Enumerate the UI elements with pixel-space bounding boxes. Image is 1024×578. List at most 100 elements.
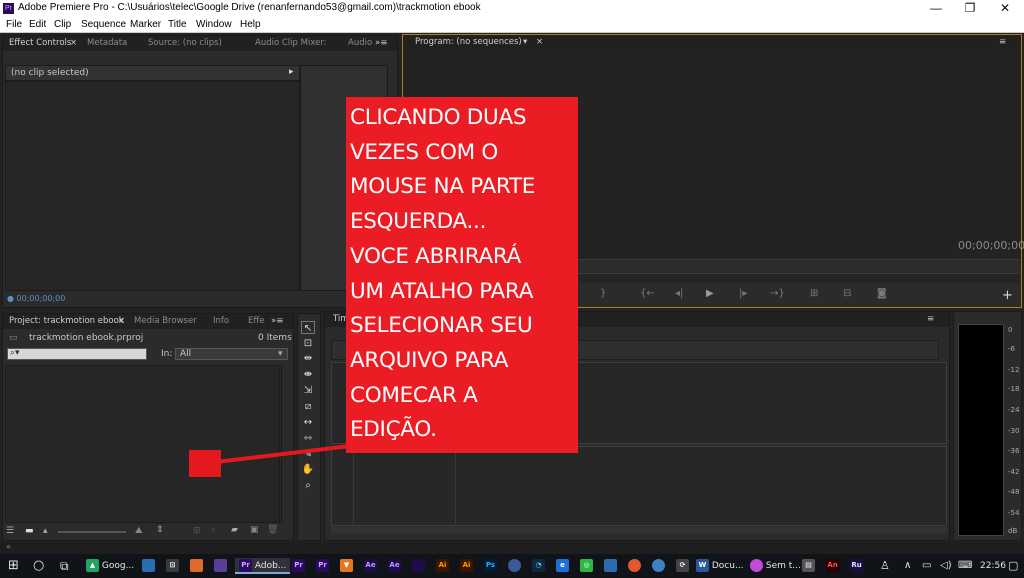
restore-button[interactable]: ❐ xyxy=(953,0,987,17)
find-icon[interactable]: ⌕ xyxy=(211,525,216,535)
slide-tool-icon[interactable]: ⇿ xyxy=(301,432,315,445)
taskbar-app[interactable]: ⊡ xyxy=(166,558,179,574)
taskbar-app[interactable]: Pr xyxy=(292,558,305,574)
people-icon[interactable]: ♙ xyxy=(880,558,890,574)
project-close-icon[interactable]: × xyxy=(118,316,125,326)
trash-icon[interactable]: 🗑 xyxy=(267,525,278,535)
export-frame-icon[interactable]: ◙ xyxy=(877,288,887,299)
taskbar-app[interactable]: ◎ xyxy=(580,558,593,574)
network-icon[interactable]: ▭ xyxy=(922,558,931,574)
taskbar-app[interactable] xyxy=(508,558,521,574)
menu-sequence[interactable]: Sequence xyxy=(81,19,126,30)
menu-window[interactable]: Window xyxy=(196,19,232,30)
taskbar-app[interactable] xyxy=(604,558,617,574)
taskbar-item-google-drive[interactable]: ▲ Goog... xyxy=(86,558,134,574)
clock[interactable]: 22:56 xyxy=(980,558,1006,574)
selection-tool-icon[interactable]: ↖ xyxy=(301,321,315,334)
lift-icon[interactable]: ⊞ xyxy=(810,288,818,299)
menu-edit[interactable]: Edit xyxy=(29,19,46,30)
project-scrollbar[interactable] xyxy=(281,365,290,523)
sort-icon[interactable]: ⇕ xyxy=(156,525,164,535)
project-menu-icon[interactable]: »≡ xyxy=(271,316,283,326)
tab-audio-clip-mixer[interactable]: Audio Clip Mixer: xyxy=(255,38,327,48)
in-filter-select[interactable]: All ▾ xyxy=(175,348,288,360)
taskbar-app[interactable]: ▼ xyxy=(340,558,353,574)
menu-title[interactable]: Title xyxy=(168,19,187,30)
tab-audio[interactable]: Audio xyxy=(348,38,372,48)
razor-tool-icon[interactable]: ⧄ xyxy=(301,400,315,413)
taskbar-app[interactable]: An xyxy=(826,558,839,574)
taskbar-app[interactable]: Ru xyxy=(850,558,863,574)
panel-menu-icon[interactable]: »≡ xyxy=(375,38,387,48)
menu-help[interactable]: Help xyxy=(240,19,261,30)
taskbar-app[interactable] xyxy=(652,558,665,574)
taskbar-app[interactable]: ◔ xyxy=(532,558,545,574)
menu-marker[interactable]: Marker xyxy=(130,19,161,30)
automate-icon[interactable]: ⊞ xyxy=(193,526,201,536)
taskbar-app[interactable]: Ai xyxy=(436,558,449,574)
new-item-icon[interactable]: ▣ xyxy=(250,525,259,535)
zoom-in-icon[interactable]: ⛰ xyxy=(135,526,143,536)
taskbar-app[interactable]: Ae xyxy=(364,558,377,574)
program-close-icon[interactable]: × xyxy=(536,37,543,47)
tray-chevron-up-icon[interactable]: ∧ xyxy=(904,558,911,574)
program-menu-icon[interactable]: ≡ xyxy=(999,37,1006,47)
taskbar-item-premiere[interactable]: Pr Adob... xyxy=(235,558,291,574)
tab-effects[interactable]: Effe xyxy=(248,316,264,326)
close-button[interactable]: ✕ xyxy=(988,0,1022,17)
taskbar-app[interactable] xyxy=(214,558,227,574)
go-to-in-icon[interactable]: {← xyxy=(640,288,655,299)
tab-metadata[interactable]: Metadata xyxy=(87,38,127,48)
tab-source[interactable]: Source: (no clips) xyxy=(148,38,222,48)
icon-view-icon[interactable]: ▬ xyxy=(25,526,34,536)
taskbar-app[interactable] xyxy=(412,558,425,574)
zoom-slider[interactable] xyxy=(58,531,126,533)
taskbar-app[interactable]: Ae xyxy=(388,558,401,574)
extract-icon[interactable]: ⊟ xyxy=(843,288,851,299)
ime-icon[interactable]: ⌨ xyxy=(958,558,972,574)
pen-tool-icon[interactable]: ✎ xyxy=(301,448,315,461)
timeline-menu-icon[interactable]: ≡ xyxy=(927,314,934,324)
minimize-button[interactable]: — xyxy=(919,0,953,17)
taskbar-item-word[interactable]: W Docu... xyxy=(696,558,744,574)
mark-in-icon[interactable]: } xyxy=(600,288,606,299)
hand-tool-icon[interactable]: ✋ xyxy=(301,463,315,476)
tab-info[interactable]: Info xyxy=(213,316,229,326)
menu-clip[interactable]: Clip xyxy=(54,19,71,30)
program-dropdown-icon[interactable]: ▾ xyxy=(523,37,527,47)
new-bin-icon[interactable]: ▰ xyxy=(231,525,238,535)
taskbar-app[interactable]: Pr xyxy=(316,558,329,574)
project-search-input[interactable]: ⌕▾ xyxy=(7,348,147,360)
go-to-out-icon[interactable]: →} xyxy=(770,288,785,299)
zoom-out-icon[interactable]: ▴ xyxy=(43,526,48,536)
list-view-icon[interactable]: ☰ xyxy=(6,526,14,536)
taskbar-app[interactable] xyxy=(628,558,641,574)
tab-close-icon[interactable]: × xyxy=(70,38,77,48)
tab-media-browser[interactable]: Media Browser xyxy=(134,316,197,326)
taskbar-app[interactable] xyxy=(142,558,155,574)
task-view-icon[interactable]: ⧉ xyxy=(60,558,69,574)
menu-file[interactable]: File xyxy=(6,19,22,30)
taskbar-app[interactable]: Ps xyxy=(484,558,497,574)
notifications-icon[interactable]: ▢ xyxy=(1008,558,1018,574)
rate-stretch-tool-icon[interactable]: ⇲ xyxy=(301,384,315,397)
ripple-edit-tool-icon[interactable]: ⇹ xyxy=(301,352,315,365)
track-select-tool-icon[interactable]: ⊡ xyxy=(301,337,315,350)
play-arrow-icon[interactable]: ▸ xyxy=(289,67,294,77)
tab-effect-controls[interactable]: Effect Controls xyxy=(9,38,71,48)
timeline-scrollbar[interactable] xyxy=(331,527,947,533)
taskbar-app[interactable]: ▤ xyxy=(802,558,815,574)
add-button-icon[interactable]: + xyxy=(1002,288,1013,303)
taskbar-app[interactable]: e xyxy=(556,558,569,574)
taskbar-item-paint[interactable]: Sem t... xyxy=(750,558,801,574)
taskbar-app[interactable]: Ai xyxy=(460,558,473,574)
rolling-edit-tool-icon[interactable]: ⇼ xyxy=(301,368,315,381)
tab-project[interactable]: Project: trackmotion ebook xyxy=(9,316,124,326)
taskbar-app[interactable] xyxy=(190,558,203,574)
volume-icon[interactable]: ◁) xyxy=(940,558,952,574)
step-forward-icon[interactable]: |▸ xyxy=(739,288,747,299)
zoom-tool-icon[interactable]: ⌕ xyxy=(301,479,315,492)
taskbar-app[interactable]: ⟳ xyxy=(676,558,689,574)
start-icon[interactable]: ⊞ xyxy=(8,558,19,574)
play-icon[interactable]: ▶ xyxy=(706,288,714,299)
